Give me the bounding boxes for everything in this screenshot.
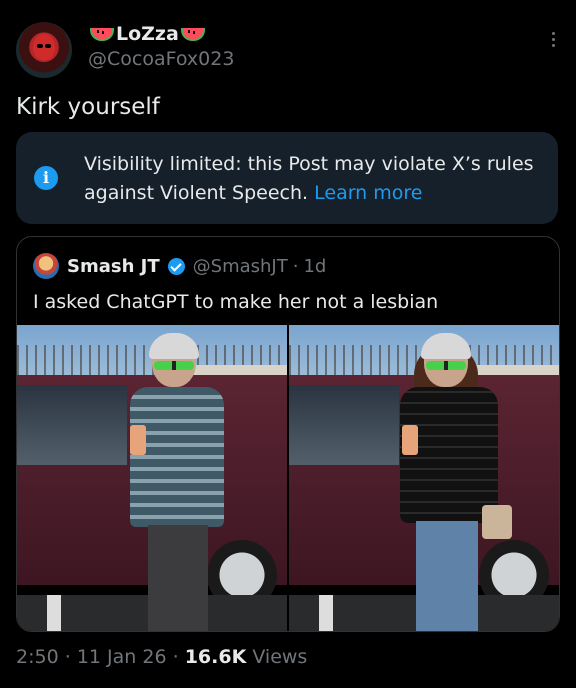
- photo-original[interactable]: [17, 325, 287, 631]
- meta-separator: ·: [64, 646, 71, 668]
- author-avatar[interactable]: [16, 22, 72, 78]
- views-label: Views: [252, 646, 308, 668]
- post-meta: 2:50 · 11 Jan 26 · 16.6K Views: [16, 646, 307, 668]
- author-display-name[interactable]: LoZza: [88, 22, 234, 46]
- separator-dot: ·: [292, 255, 299, 277]
- quoted-author-avatar[interactable]: [33, 253, 59, 279]
- meta-separator: ·: [172, 646, 179, 668]
- quoted-media: [17, 325, 559, 631]
- views-count[interactable]: 16.6K: [185, 646, 247, 668]
- quoted-post-text: I asked ChatGPT to make her not a lesbia…: [33, 291, 439, 313]
- post-date[interactable]: 11 Jan 26: [77, 646, 167, 668]
- quoted-author-name[interactable]: Smash JT: [67, 256, 160, 277]
- quoted-post-header: Smash JT @SmashJT · 1d: [33, 253, 326, 279]
- post-text: Kirk yourself: [16, 94, 160, 120]
- watermelon-icon: [90, 27, 114, 41]
- photo-edited[interactable]: [289, 325, 559, 631]
- quoted-post-age[interactable]: 1d: [303, 256, 326, 277]
- notice-text: Visibility limited: this Post may violat…: [84, 150, 534, 208]
- info-icon: i: [34, 166, 58, 190]
- post-time[interactable]: 2:50: [16, 646, 59, 668]
- notice-message: Visibility limited: this Post may violat…: [84, 153, 534, 204]
- more-options-icon[interactable]: [552, 32, 556, 50]
- author-names: LoZza @CocoaFox023: [88, 22, 234, 72]
- watermelon-icon: [180, 27, 205, 41]
- verified-badge-icon: [167, 257, 185, 275]
- quoted-author-handle[interactable]: @SmashJT: [193, 256, 288, 277]
- post-header: LoZza @CocoaFox023: [16, 18, 560, 82]
- visibility-notice: i Visibility limited: this Post may viol…: [16, 132, 558, 224]
- learn-more-link[interactable]: Learn more: [314, 182, 422, 204]
- author-name-text: LoZza: [116, 23, 179, 45]
- quoted-post[interactable]: Smash JT @SmashJT · 1d I asked ChatGPT t…: [16, 236, 560, 632]
- author-handle[interactable]: @CocoaFox023: [88, 46, 234, 72]
